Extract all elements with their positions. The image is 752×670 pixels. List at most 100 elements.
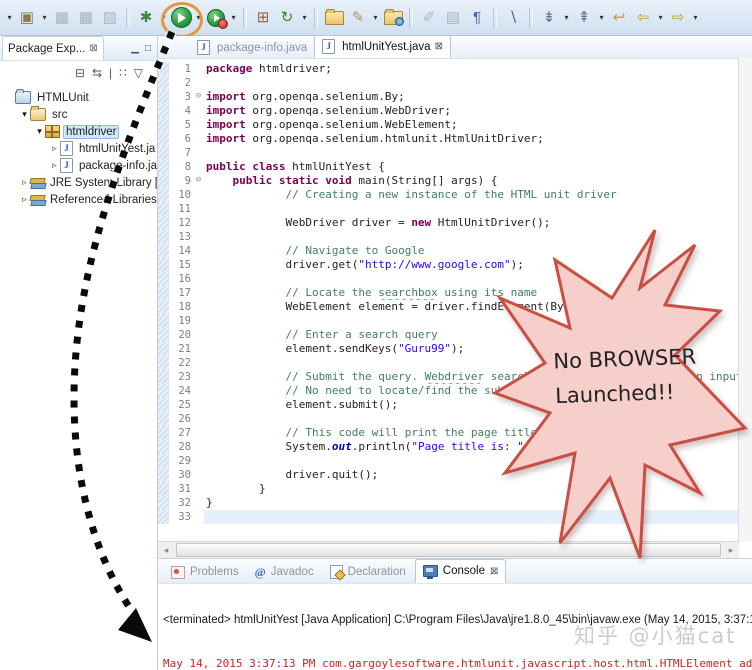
maximize-icon[interactable]: □ xyxy=(145,43,151,54)
close-icon[interactable]: ⊠ xyxy=(89,43,97,54)
open-task-folder-icon[interactable] xyxy=(322,6,346,30)
block-selection-icon[interactable]: ∖ xyxy=(501,6,525,30)
code-line-19[interactable]: 19 xyxy=(158,314,739,328)
next-annotation-icon[interactable]: ⇟ xyxy=(537,6,561,30)
code-line-1[interactable]: 1package htmldriver; xyxy=(158,62,739,76)
forward-icon[interactable]: ⇨ xyxy=(666,6,690,30)
dropdown-caret-icon[interactable]: ▾ xyxy=(561,6,572,30)
tree-item-src[interactable]: ▾src xyxy=(0,106,157,123)
last-edit-location-icon[interactable]: ↩ xyxy=(607,6,631,30)
code-line-26[interactable]: 26 xyxy=(158,412,739,426)
dropdown-caret-icon[interactable]: ▾ xyxy=(193,6,204,30)
tree-expander-icon[interactable]: ▾ xyxy=(19,109,30,120)
dropdown-caret-icon[interactable]: ▾ xyxy=(690,6,701,30)
code-line-31[interactable]: 31 } xyxy=(158,482,739,496)
import-folder-icon[interactable] xyxy=(381,6,405,30)
fold-marker-icon[interactable]: ⊖ xyxy=(193,90,204,104)
minimize-icon[interactable]: ▁ xyxy=(131,43,139,54)
code-line-22[interactable]: 22 xyxy=(158,356,739,370)
editor-vertical-scrollbar[interactable] xyxy=(738,58,752,542)
tree-item-htmlunit[interactable]: HTMLUnit xyxy=(0,89,157,106)
scrollbar-thumb[interactable] xyxy=(176,543,721,557)
new-testcase-icon[interactable]: ⊞ xyxy=(251,6,275,30)
code-line-12[interactable]: 12 WebDriver driver = new HtmlUnitDriver… xyxy=(158,216,739,230)
tree-expander-icon[interactable]: ▾ xyxy=(34,126,45,137)
save-all-icon[interactable]: ▩ xyxy=(74,6,98,30)
code-line-14[interactable]: 14 // Navigate to Google xyxy=(158,244,739,258)
tree-expander-icon[interactable]: ▹ xyxy=(49,143,60,154)
dropdown-caret-icon[interactable]: ▾ xyxy=(370,6,381,30)
code-line-28[interactable]: 28 System.out.println("Page title is: " … xyxy=(158,440,739,454)
tree-item-package-info-ja[interactable]: ▹Jpackage-info.ja xyxy=(0,157,157,174)
code-line-7[interactable]: 7 xyxy=(158,146,739,160)
save-icon[interactable]: ▦ xyxy=(50,6,74,30)
dropdown-caret-icon[interactable]: ▾ xyxy=(596,6,607,30)
editor-tab-htmlUnitYest-java[interactable]: JhtmlUnitYest.java⊠ xyxy=(314,35,451,58)
code-line-27[interactable]: 27 // This code will print the page titl… xyxy=(158,426,739,440)
tree-item-referenced-libraries[interactable]: ▹Referenced Libraries xyxy=(0,191,157,208)
debug-icon[interactable]: ✱ xyxy=(134,6,158,30)
show-source-icon[interactable]: ▤ xyxy=(441,6,465,30)
dropdown-caret-icon[interactable]: ▾ xyxy=(655,6,666,30)
editor-code-area[interactable]: 1package htmldriver;23⊖import org.openqa… xyxy=(158,58,739,542)
run-external-button[interactable] xyxy=(204,6,228,30)
console-tab-console[interactable]: Console⊠ xyxy=(415,559,507,583)
back-icon[interactable]: ⇦ xyxy=(631,6,655,30)
close-icon[interactable]: ⊠ xyxy=(490,566,498,577)
dropdown-caret-icon[interactable]: ▾ xyxy=(158,6,169,30)
code-line-16[interactable]: 16 xyxy=(158,272,739,286)
console-tab-javadoc[interactable]: @Javadoc xyxy=(248,561,321,583)
editor-horizontal-scrollbar[interactable]: ◂ ▸ xyxy=(158,541,739,558)
code-line-10[interactable]: 10 // Creating a new instance of the HTM… xyxy=(158,188,739,202)
tree-expander-icon[interactable]: ▹ xyxy=(49,160,60,171)
code-line-29[interactable]: 29 xyxy=(158,454,739,468)
run-button[interactable] xyxy=(169,6,193,30)
code-line-2[interactable]: 2 xyxy=(158,76,739,90)
tree-expander-icon[interactable]: ▹ xyxy=(19,177,30,188)
code-line-8[interactable]: 8public class htmlUnitYest { xyxy=(158,160,739,174)
code-line-21[interactable]: 21 element.sendKeys("Guru99"); xyxy=(158,342,739,356)
code-line-9[interactable]: 9⊖ public static void main(String[] args… xyxy=(158,174,739,188)
show-whitespace-icon[interactable]: ¶ xyxy=(465,6,489,30)
code-line-20[interactable]: 20 // Enter a search query xyxy=(158,328,739,342)
code-line-4[interactable]: 4import org.openqa.selenium.WebDriver; xyxy=(158,104,739,118)
fold-marker-icon[interactable]: ⊖ xyxy=(193,174,204,188)
scroll-right-icon[interactable]: ▸ xyxy=(723,545,739,556)
console-tab-problems[interactable]: Problems xyxy=(164,561,246,583)
dropdown-caret-icon[interactable]: ▾ xyxy=(39,6,50,30)
code-line-25[interactable]: 25 element.submit(); xyxy=(158,398,739,412)
dropdown-caret-icon[interactable]: ▾ xyxy=(4,6,15,30)
code-line-13[interactable]: 13 xyxy=(158,230,739,244)
code-line-18[interactable]: 18 WebElement element = driver.findEleme… xyxy=(158,300,739,314)
code-line-24[interactable]: 24 // No need to locate/find the submit … xyxy=(158,384,739,398)
code-line-33[interactable]: 33 xyxy=(158,510,739,524)
console-tab-declaration[interactable]: Declaration xyxy=(323,561,413,583)
mark-occurrences-icon[interactable]: ✐ xyxy=(417,6,441,30)
tree-item-jre-system-library-jav[interactable]: ▹JRE System Library [Jav xyxy=(0,174,157,191)
tree-item-htmlunityest-ja[interactable]: ▹JhtmlUnitYest.ja xyxy=(0,140,157,157)
tree-expander-icon[interactable]: ▹ xyxy=(19,194,30,205)
code-line-5[interactable]: 5import org.openqa.selenium.WebElement; xyxy=(158,118,739,132)
new-wizard-icon[interactable]: ▣ xyxy=(15,6,39,30)
dropdown-caret-icon[interactable]: ▾ xyxy=(228,6,239,30)
editor-tab-package-info-java[interactable]: Jpackage-info.java xyxy=(190,37,314,58)
collapse-all-icon[interactable]: ⊟ xyxy=(75,66,85,80)
tree-item-htmldriver[interactable]: ▾htmldriver xyxy=(0,123,157,140)
code-line-32[interactable]: 32} xyxy=(158,496,739,510)
scroll-left-icon[interactable]: ◂ xyxy=(158,545,174,556)
print-icon[interactable]: ▨ xyxy=(98,6,122,30)
dropdown-caret-icon[interactable]: ▾ xyxy=(299,6,310,30)
code-line-11[interactable]: 11 xyxy=(158,202,739,216)
code-line-30[interactable]: 30 driver.quit(); xyxy=(158,468,739,482)
focus-icon[interactable]: ∷ xyxy=(119,66,127,80)
link-with-editor-icon[interactable]: ⇆ xyxy=(92,66,102,80)
package-explorer-tab[interactable]: Package Exp... ⊠ xyxy=(2,36,104,60)
code-line-17[interactable]: 17 // Locate the searchbox using its nam… xyxy=(158,286,739,300)
code-line-3[interactable]: 3⊖import org.openqa.selenium.By; xyxy=(158,90,739,104)
close-icon[interactable]: ⊠ xyxy=(435,41,443,52)
view-menu-icon[interactable]: ▽ xyxy=(134,66,143,80)
prev-annotation-icon[interactable]: ⇞ xyxy=(572,6,596,30)
code-line-23[interactable]: 23 // Submit the query. Webdriver search… xyxy=(158,370,739,384)
coverage-icon[interactable]: ↻ xyxy=(275,6,299,30)
code-line-6[interactable]: 6import org.openqa.selenium.htmlunit.Htm… xyxy=(158,132,739,146)
